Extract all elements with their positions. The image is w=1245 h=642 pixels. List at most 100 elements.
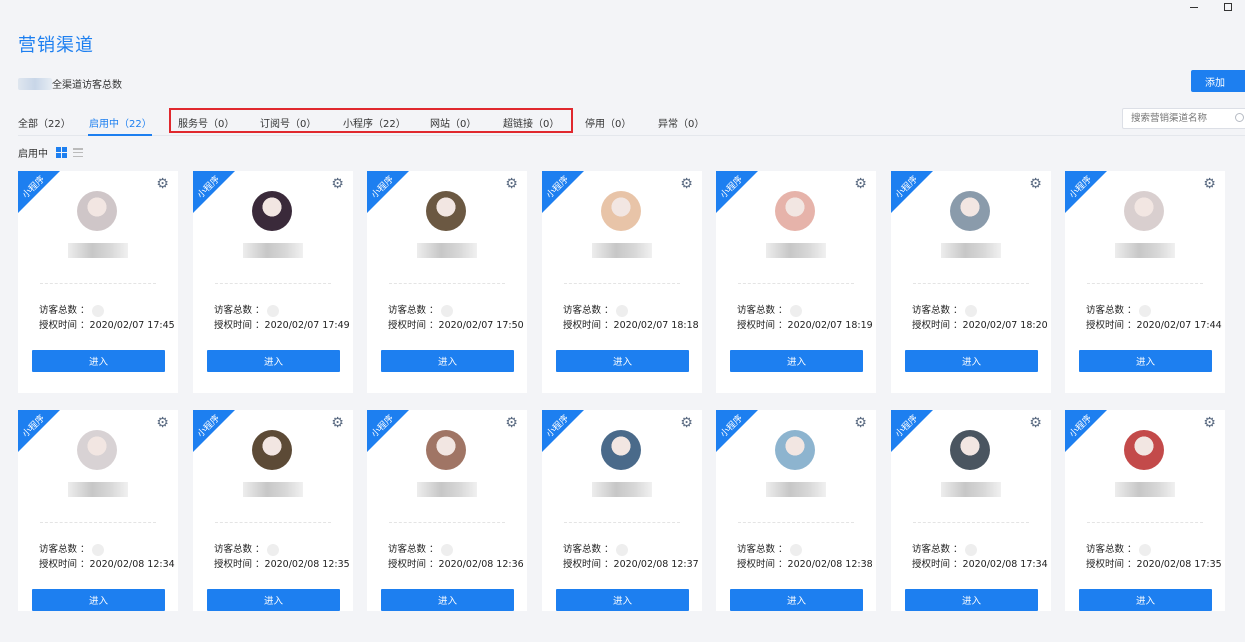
gear-icon[interactable]: ⚙ xyxy=(1029,416,1042,430)
tab-abnormal[interactable]: 异常（0） xyxy=(658,115,704,130)
gear-icon[interactable]: ⚙ xyxy=(680,416,693,430)
visitor-total-blurred xyxy=(1138,304,1151,317)
mini-program-ribbon: 小程序 xyxy=(367,171,409,213)
tab-enabled[interactable]: 启用中（22） xyxy=(89,115,152,130)
divider xyxy=(913,283,1029,284)
avatar xyxy=(426,430,466,470)
gear-icon[interactable]: ⚙ xyxy=(331,177,344,191)
mini-program-ribbon: 小程序 xyxy=(891,171,933,213)
gear-icon[interactable]: ⚙ xyxy=(156,416,169,430)
avatar xyxy=(1124,430,1164,470)
visitor-total: 访客总数 ： xyxy=(214,541,279,556)
auth-time-value: 2020/02/07 18:20 xyxy=(962,320,1048,331)
visitor-summary: 全渠道访客总数 xyxy=(18,76,122,91)
avatar xyxy=(775,430,815,470)
list-view-icon[interactable] xyxy=(73,148,83,157)
enter-button[interactable]: 进入 xyxy=(730,350,863,372)
visitor-total: 访客总数 ： xyxy=(39,302,104,317)
gear-icon[interactable]: ⚙ xyxy=(1029,177,1042,191)
channel-card: 小程序 ⚙ 访客总数 ：授权时间 ：2020/02/08 12:35 进入 xyxy=(193,410,353,632)
visitor-total-blurred xyxy=(1138,543,1151,556)
enter-button[interactable]: 进入 xyxy=(905,589,1038,611)
tab-service-account[interactable]: 服务号（0） xyxy=(178,115,234,130)
avatar xyxy=(252,430,292,470)
visitor-total-label: 访客总数 ： xyxy=(388,544,439,555)
channel-name-blurred xyxy=(592,243,652,258)
gear-icon[interactable]: ⚙ xyxy=(1203,416,1216,430)
visitor-total-blurred xyxy=(964,543,977,556)
enter-button[interactable]: 进入 xyxy=(905,350,1038,372)
channel-name-blurred xyxy=(592,482,652,497)
tab-hyperlink[interactable]: 超链接（0） xyxy=(503,115,559,130)
channel-name-blurred xyxy=(417,243,477,258)
visitor-total-blurred xyxy=(440,304,453,317)
gear-icon[interactable]: ⚙ xyxy=(505,177,518,191)
channel-tabs: 全部（22） 启用中（22） 服务号（0） 订阅号（0） 小程序（22） 网站（… xyxy=(18,108,1245,136)
auth-time-label: 授权时间 ： xyxy=(912,320,963,331)
avatar xyxy=(77,191,117,231)
enter-button[interactable]: 进入 xyxy=(556,589,689,611)
divider xyxy=(40,283,156,284)
tab-mini-program[interactable]: 小程序（22） xyxy=(343,115,406,130)
ribbon-label: 小程序 xyxy=(1067,413,1095,440)
tab-all[interactable]: 全部（22） xyxy=(18,115,71,130)
enter-button[interactable]: 进入 xyxy=(556,350,689,372)
enter-button[interactable]: 进入 xyxy=(32,589,165,611)
divider xyxy=(215,283,331,284)
visitor-total: 访客总数 ： xyxy=(1086,541,1151,556)
enter-button[interactable]: 进入 xyxy=(1079,350,1212,372)
gear-icon[interactable]: ⚙ xyxy=(680,177,693,191)
channel-card: 小程序 ⚙ 访客总数 ：授权时间 ：2020/02/07 17:50 进入 xyxy=(367,171,527,393)
search-input[interactable] xyxy=(1122,108,1245,129)
search-icon[interactable] xyxy=(1235,113,1244,122)
auth-time-value: 2020/02/07 17:45 xyxy=(89,320,175,331)
gear-icon[interactable]: ⚙ xyxy=(854,416,867,430)
channel-name-blurred xyxy=(68,482,128,497)
auth-time-label: 授权时间 ： xyxy=(388,320,439,331)
enter-button[interactable]: 进入 xyxy=(381,589,514,611)
gear-icon[interactable]: ⚙ xyxy=(1203,177,1216,191)
auth-time-value: 2020/02/08 17:35 xyxy=(1136,559,1222,570)
gear-icon[interactable]: ⚙ xyxy=(854,177,867,191)
auth-time: 授权时间 ：2020/02/07 17:45 xyxy=(39,317,175,331)
divider xyxy=(1087,522,1203,523)
channel-card: 小程序 ⚙ 访客总数 ：授权时间 ：2020/02/08 12:36 进入 xyxy=(367,410,527,632)
auth-time-value: 2020/02/08 17:34 xyxy=(962,559,1048,570)
auth-time-label: 授权时间 ： xyxy=(39,559,90,570)
channel-card: 小程序 ⚙ 访客总数 ：授权时间 ：2020/02/07 18:19 进入 xyxy=(716,171,876,393)
ribbon-label: 小程序 xyxy=(1067,174,1095,201)
auth-time: 授权时间 ：2020/02/08 17:35 xyxy=(1086,556,1222,570)
enter-button[interactable]: 进入 xyxy=(381,350,514,372)
tab-disabled[interactable]: 停用（0） xyxy=(585,115,631,130)
gear-icon[interactable]: ⚙ xyxy=(331,416,344,430)
enter-button[interactable]: 进入 xyxy=(730,589,863,611)
enter-button[interactable]: 进入 xyxy=(207,589,340,611)
avatar xyxy=(1124,191,1164,231)
grid-view-icon[interactable] xyxy=(56,147,67,158)
tab-website[interactable]: 网站（0） xyxy=(430,115,476,130)
gear-icon[interactable]: ⚙ xyxy=(505,416,518,430)
channel-name-blurred xyxy=(1115,482,1175,497)
visitor-total-blurred xyxy=(91,304,104,317)
enter-button[interactable]: 进入 xyxy=(1079,589,1212,611)
maximize-button[interactable] xyxy=(1211,0,1245,14)
enter-button[interactable]: 进入 xyxy=(207,350,340,372)
channel-card: 小程序 ⚙ 访客总数 ：授权时间 ：2020/02/07 17:44 进入 xyxy=(1065,171,1225,393)
visitor-total-label: 访客总数 ： xyxy=(912,305,963,316)
channel-card: 小程序 ⚙ 访客总数 ：授权时间 ：2020/02/08 12:38 进入 xyxy=(716,410,876,632)
minimize-button[interactable] xyxy=(1177,0,1211,14)
channel-name-blurred xyxy=(417,482,477,497)
visitor-total-label: 访客总数 ： xyxy=(1086,544,1137,555)
channel-card: 小程序 ⚙ 访客总数 ：授权时间 ：2020/02/08 17:34 进入 xyxy=(891,410,1051,632)
add-button[interactable]: 添加 xyxy=(1191,70,1245,92)
auth-time: 授权时间 ：2020/02/08 12:35 xyxy=(214,556,350,570)
visitor-total-label: 访客总数 ： xyxy=(39,305,90,316)
enter-button[interactable]: 进入 xyxy=(32,350,165,372)
tab-subscription-account[interactable]: 订阅号（0） xyxy=(260,115,316,130)
visitor-total: 访客总数 ： xyxy=(39,541,104,556)
divider xyxy=(40,522,156,523)
channel-card: 小程序 ⚙ 访客总数 ：授权时间 ：2020/02/08 12:37 进入 xyxy=(542,410,702,632)
channel-name-blurred xyxy=(941,482,1001,497)
auth-time-label: 授权时间 ： xyxy=(912,559,963,570)
gear-icon[interactable]: ⚙ xyxy=(156,177,169,191)
